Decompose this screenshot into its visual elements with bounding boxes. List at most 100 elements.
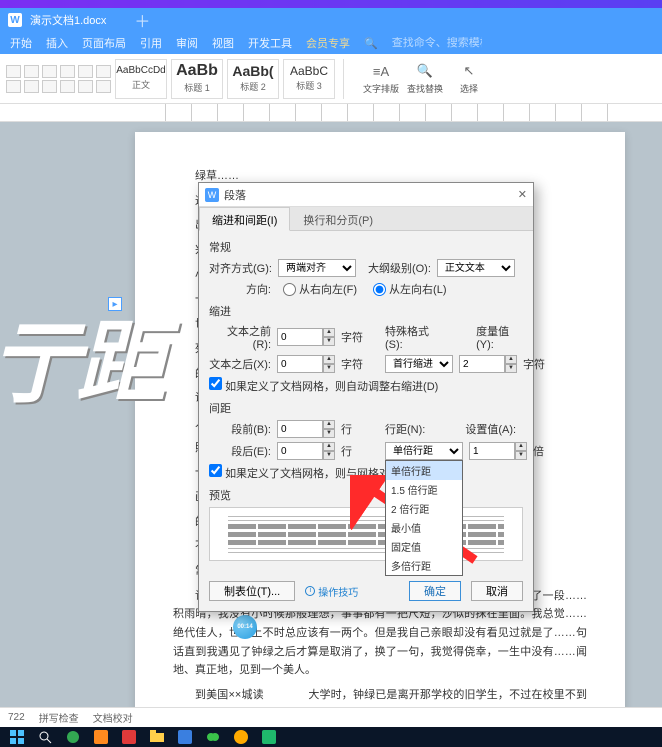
line-spacing-option[interactable]: 多倍行距 [386,556,462,575]
snap-grid-checkbox[interactable]: 如果定义了文档网格，则与网格对…… [209,464,412,481]
outline-level-select[interactable]: 正文文本 [437,259,515,277]
spin-up-icon[interactable]: ▲ [323,328,335,337]
line-spacing-dropdown-list: 单倍行距 1.5 倍行距 2 倍行距 最小值 固定值 多倍行距 [385,460,463,576]
ribbon-divider [343,59,353,99]
direction-rtl-radio[interactable]: 从右向左(F) [283,281,357,297]
menu-layout[interactable]: 页面布局 [82,35,126,51]
direction-ltr-radio[interactable]: 从左向右(L) [373,281,446,297]
indent-dec-icon[interactable] [42,65,57,78]
app-icon: W [8,13,22,27]
outline-level-label: 大纲级别(O): [368,260,431,276]
taskbar-app-icon[interactable] [94,730,108,744]
line-spacing-option[interactable]: 单倍行距 [386,461,462,480]
dialog-tabs: 缩进和间距(I) 换行和分页(P) [199,207,533,231]
align-justify-icon[interactable] [60,80,75,93]
spin-down-icon[interactable]: ▼ [323,451,335,460]
line-spacing-option[interactable]: 2 倍行距 [386,499,462,518]
shading-icon[interactable] [96,80,111,93]
menu-review[interactable]: 审阅 [176,35,198,51]
tab-line-page-breaks[interactable]: 换行和分页(P) [290,207,386,230]
tab-stops-button[interactable]: 制表位(T)... [209,581,295,601]
align-left-icon[interactable] [6,80,21,93]
find-replace-tool[interactable]: 🔍 查找替换 [405,62,445,95]
tutorial-overlay-text: 亍距 [0,290,162,420]
menu-insert[interactable]: 插入 [46,35,68,51]
show-marks-icon[interactable] [96,65,111,78]
measure-input[interactable] [459,355,505,373]
title-bar: W 演示文档1.docx ＋ [0,8,662,32]
tips-link[interactable]: i操作技巧 [305,584,358,599]
menu-devtools[interactable]: 开发工具 [248,35,292,51]
alignment-label: 对齐方式(G): [209,260,272,276]
before-para-input[interactable] [277,420,323,438]
after-para-label: 段后(E): [209,443,271,459]
spin-up-icon[interactable]: ▲ [323,442,335,451]
style-heading2[interactable]: AaBb( 标题 2 [227,59,279,99]
align-right-icon[interactable] [42,80,57,93]
taskbar-folder-icon[interactable] [150,730,164,744]
menu-view[interactable]: 视图 [212,35,234,51]
taskbar-app-icon[interactable] [122,730,136,744]
spell-check-status[interactable]: 拼写检查 [39,710,79,725]
menu-start[interactable]: 开始 [10,35,32,51]
spin-up-icon[interactable]: ▲ [323,420,335,429]
style-heading1[interactable]: AaBb 标题 1 [171,59,223,99]
document-title: 演示文档1.docx [30,12,106,28]
taskbar-app-icon[interactable] [262,730,276,744]
dialog-title-text: 段落 [224,187,518,203]
bullet-list-icon[interactable] [6,65,21,78]
cancel-button[interactable]: 取消 [471,581,523,601]
spin-down-icon[interactable]: ▼ [323,364,335,373]
menu-references[interactable]: 引用 [140,35,162,51]
page-indicator[interactable]: 722 [8,712,25,723]
after-text-input[interactable] [277,355,323,373]
doc-proof-status[interactable]: 文档校对 [93,710,133,725]
dialog-titlebar[interactable]: W 段落 ✕ [199,183,533,207]
taskbar-chat-icon[interactable] [206,730,220,744]
line-spacing-select[interactable]: 单倍行距 [385,442,463,460]
spin-down-icon[interactable]: ▼ [505,364,517,373]
new-tab-button[interactable]: ＋ [134,8,150,32]
tab-indent-spacing[interactable]: 缩进和间距(I) [199,207,290,231]
set-value-input[interactable] [469,442,515,460]
preview-label: 预览 [209,487,523,503]
menu-vip[interactable]: 会员专享 [306,35,350,51]
special-format-select[interactable]: 首行缩进 [385,355,453,373]
text-layout-tool[interactable]: ≡A 文字排版 [361,62,401,95]
before-para-label: 段前(B): [209,421,271,437]
line-spacing-icon[interactable] [78,80,93,93]
align-center-icon[interactable] [24,80,39,93]
ok-button[interactable]: 确定 [409,581,461,601]
taskbar-browser-icon[interactable] [66,730,80,744]
close-icon[interactable]: ✕ [518,188,527,201]
os-taskbar [0,727,662,747]
style-heading3[interactable]: AaBbC 标题 3 [283,59,335,99]
horizontal-ruler[interactable] [0,104,662,122]
spin-up-icon[interactable]: ▲ [505,355,517,364]
indent-inc-icon[interactable] [60,65,75,78]
spin-down-icon[interactable]: ▼ [323,337,335,346]
line-spacing-option[interactable]: 1.5 倍行距 [386,480,462,499]
before-text-input[interactable] [277,328,323,346]
spin-up-icon[interactable]: ▲ [323,355,335,364]
select-tool[interactable]: ↖ 选择 [449,62,489,95]
start-menu-icon[interactable] [10,730,24,744]
preview-box [209,507,523,561]
spin-down-icon[interactable]: ▼ [515,451,527,460]
spin-down-icon[interactable]: ▼ [323,429,335,438]
sort-icon[interactable] [78,65,93,78]
video-timestamp-badge: 00:14 [233,615,257,639]
after-para-input[interactable] [277,442,323,460]
line-spacing-option[interactable]: 固定值 [386,537,462,556]
taskbar-app-icon[interactable] [178,730,192,744]
style-normal[interactable]: AaBbCcDd 正文 [115,59,167,99]
taskbar-search-icon[interactable] [38,730,52,744]
alignment-select[interactable]: 两端对齐 [278,259,356,277]
line-spacing-option[interactable]: 最小值 [386,518,462,537]
command-search-input[interactable] [392,37,482,49]
number-list-icon[interactable] [24,65,39,78]
spin-up-icon[interactable]: ▲ [515,442,527,451]
taskbar-app-icon[interactable] [234,730,248,744]
paragraph-tools [6,65,111,93]
auto-indent-checkbox[interactable]: 如果定义了文档网格，则自动调整右缩进(D) [209,377,438,394]
